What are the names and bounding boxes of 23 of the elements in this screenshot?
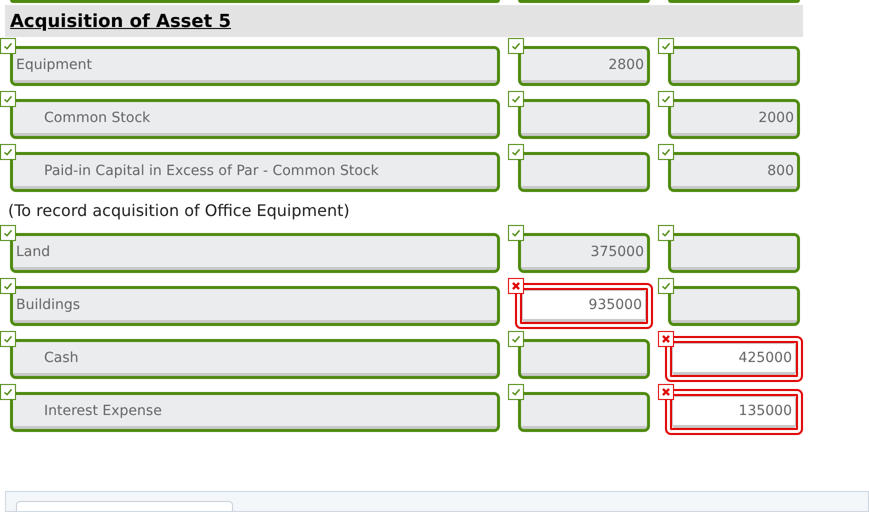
credit-field[interactable]: 2000 xyxy=(668,99,800,139)
credit-field[interactable] xyxy=(668,286,800,326)
entry-note: (To record acquisition of Office Equipment) xyxy=(8,201,351,220)
account-field[interactable]: Equipment xyxy=(10,46,500,86)
credit-field[interactable] xyxy=(668,46,800,86)
account-field[interactable]: Buildings xyxy=(10,286,500,326)
debit-field[interactable]: 375000 xyxy=(518,233,650,273)
account-field[interactable]: Land xyxy=(10,233,500,273)
account-field[interactable]: Common Stock xyxy=(10,99,500,139)
debit-field[interactable]: 935000 xyxy=(515,283,653,329)
section-heading: Acquisition of Asset 5 xyxy=(10,10,232,32)
credit-field[interactable]: 135000 xyxy=(665,389,803,435)
credit-field[interactable]: 800 xyxy=(668,152,800,192)
debit-field[interactable] xyxy=(518,152,650,192)
debit-field[interactable] xyxy=(518,99,650,139)
credit-field[interactable]: 425000 xyxy=(665,336,803,382)
debit-field[interactable] xyxy=(518,339,650,379)
debit-field[interactable]: 2800 xyxy=(518,46,650,86)
account-field[interactable]: Interest Expense xyxy=(10,392,500,432)
account-field[interactable]: Paid-in Capital in Excess of Par - Common Stock xyxy=(10,152,500,192)
account-field[interactable]: Cash xyxy=(10,339,500,379)
debit-field[interactable] xyxy=(518,392,650,432)
credit-field[interactable] xyxy=(668,233,800,273)
